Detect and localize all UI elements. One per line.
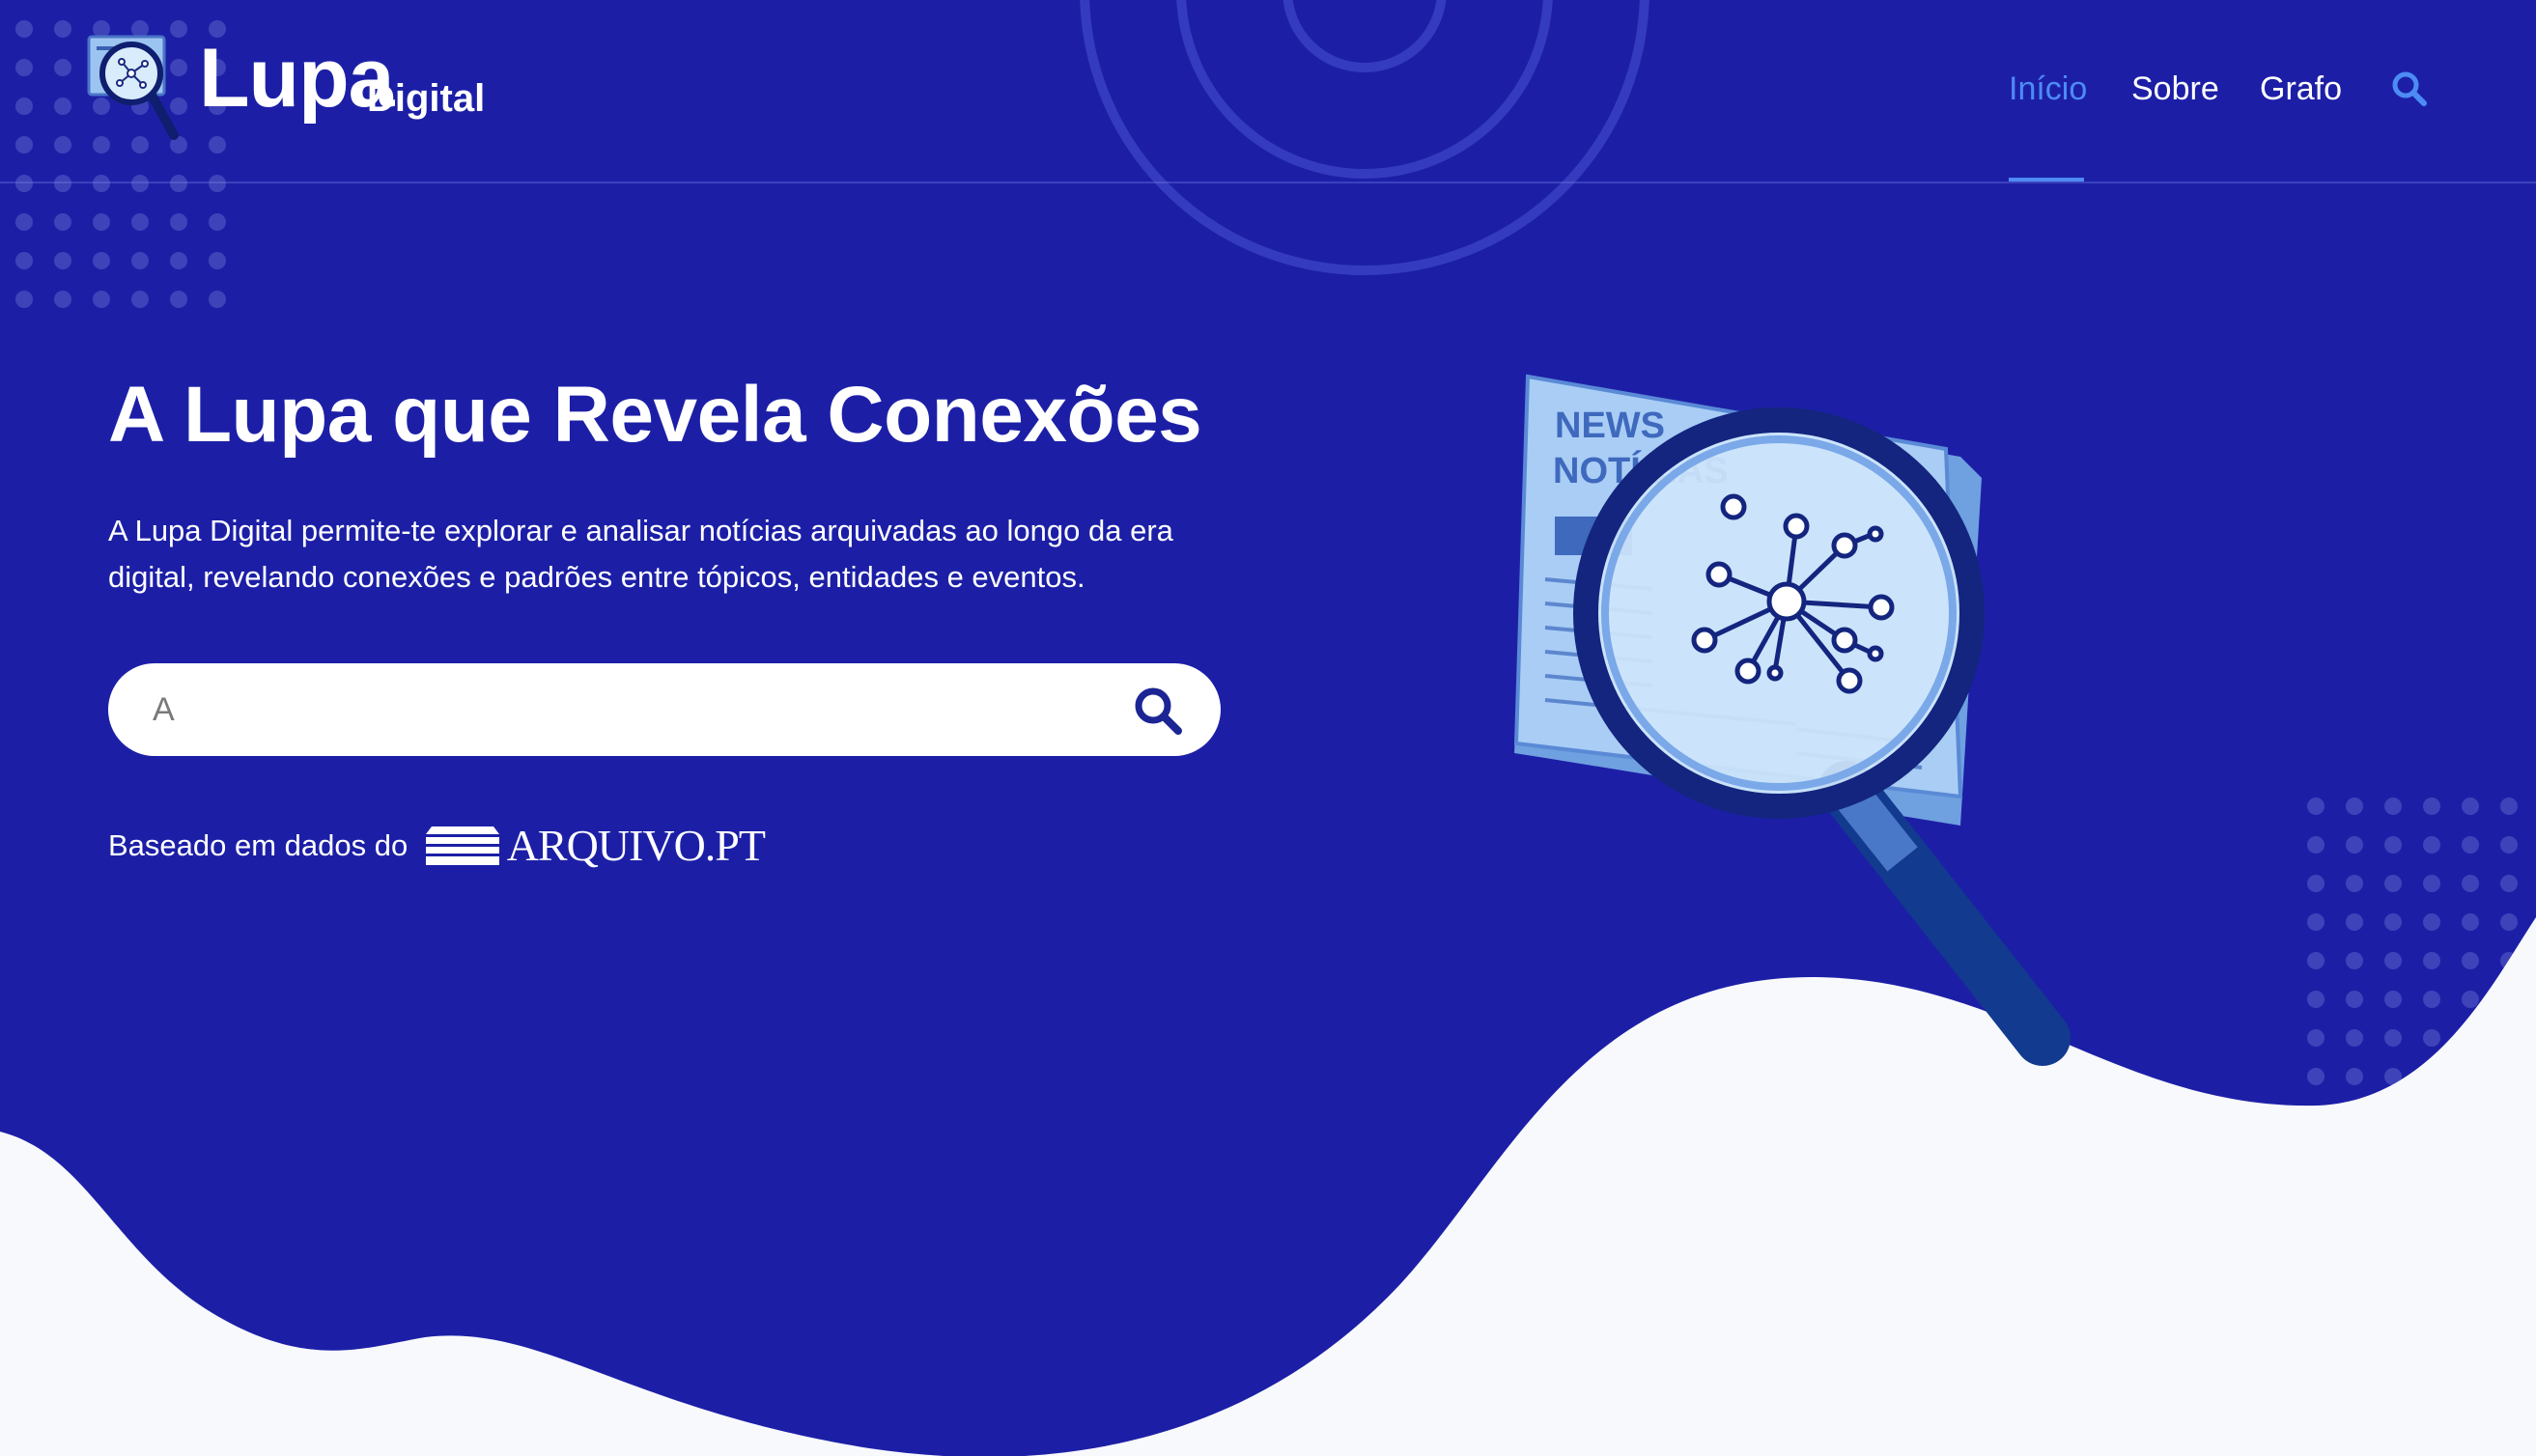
- nav-item-grafo[interactable]: Grafo: [2260, 68, 2342, 110]
- navbar: Lupa Digital Início Sobre Grafo: [0, 0, 2536, 183]
- bottom-wave: [0, 917, 2536, 1456]
- newspaper-headline: NEWS: [1555, 406, 1665, 446]
- arquivo-pt-logo[interactable]: ARQUIVO.PT: [424, 819, 766, 873]
- brand-name-main: Lupa: [199, 32, 394, 125]
- nav-active-indicator: [2009, 178, 2084, 182]
- brand-name-sub: Digital: [367, 77, 486, 120]
- magnifier-newspaper-network-icon: NEWS NOTÍCIAS: [1513, 374, 2071, 1066]
- based-on-label: Baseado em dados do: [108, 828, 409, 862]
- logo-magnifier-icon: [87, 35, 179, 140]
- search-submit-button[interactable]: [1130, 683, 1186, 739]
- search-input[interactable]: [153, 683, 1022, 737]
- nav-item-inicio[interactable]: Início: [2009, 68, 2087, 110]
- search-bar: [108, 663, 1221, 756]
- data-source-attribution: Baseado em dados do ARQUIVO.PT: [108, 819, 766, 870]
- search-icon[interactable]: [2391, 70, 2428, 107]
- search-icon: [1135, 687, 1182, 735]
- archive-stack-icon: [425, 826, 499, 865]
- nav-item-sobre[interactable]: Sobre: [2131, 68, 2219, 110]
- arquivo-pt-wordmark: ARQUIVO.PT: [506, 821, 766, 870]
- hero-title: A Lupa que Revela Conexões: [108, 371, 1202, 459]
- hero-description: A Lupa Digital permite-te explorar e ana…: [108, 514, 1173, 594]
- brand-logo[interactable]: Lupa Digital: [85, 29, 491, 154]
